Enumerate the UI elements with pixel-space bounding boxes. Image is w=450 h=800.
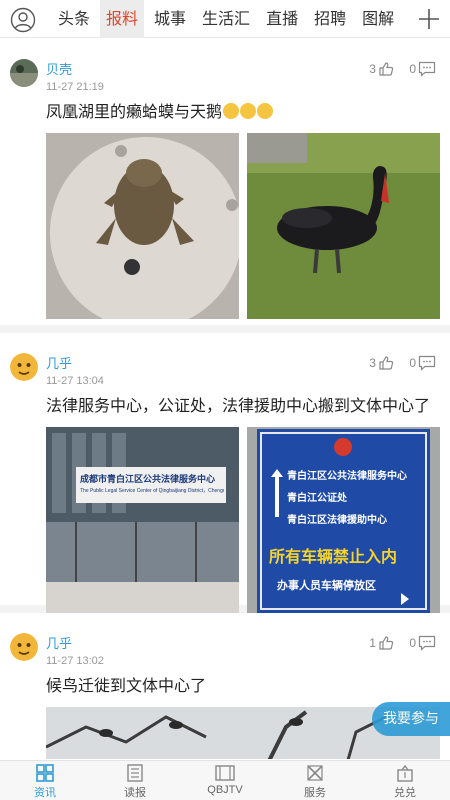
like-count: 3 xyxy=(369,62,376,76)
add-channel-icon[interactable] xyxy=(416,6,442,32)
legal-center-building-photo[interactable]: 成都市青白江区公共法律服务中心 The Public Legal Service… xyxy=(46,427,239,613)
toad-photo[interactable] xyxy=(46,133,239,319)
comment-button[interactable]: 0 xyxy=(409,635,436,651)
post-stats: 3 0 xyxy=(357,355,436,371)
bottom-nav-label: 读报 xyxy=(124,787,146,799)
sign-parking: 办事人员车辆停放区 xyxy=(277,579,376,592)
tab-headlines[interactable]: 头条 xyxy=(52,0,96,38)
author-name[interactable]: 贝壳 xyxy=(46,59,72,78)
thumbs-up-icon xyxy=(379,356,394,370)
building-sign-english: The Public Legal Service Center of Qingb… xyxy=(80,488,224,494)
join-button[interactable]: 我要参与 xyxy=(372,702,450,736)
laugh-emoji-icon xyxy=(223,103,240,119)
feed-post[interactable]: 贝壳 11-27 21:19 3 0 凤凰湖里的癞蛤蟆与天鹅 xyxy=(0,39,450,333)
like-button[interactable]: 3 xyxy=(369,61,394,77)
like-button[interactable]: 1 xyxy=(369,635,394,651)
bottom-nav-newspaper[interactable]: 读报 xyxy=(90,761,180,800)
comment-button[interactable]: 0 xyxy=(409,355,436,371)
user-profile-icon[interactable] xyxy=(10,7,36,33)
comment-count: 0 xyxy=(409,356,416,370)
feed-post[interactable]: 几乎 11-27 13:02 1 0 候鸟迁徙到文体中心了 xyxy=(0,613,450,759)
post-stats: 3 0 xyxy=(357,61,436,77)
sign-line-2: 青白江公证处 xyxy=(287,493,347,504)
author-name[interactable]: 几乎 xyxy=(46,633,72,652)
post-time: 11-27 21:19 xyxy=(46,81,104,93)
sign-line-3: 青白江区法律援助中心 xyxy=(287,515,387,526)
tv-icon xyxy=(215,765,235,781)
post-image-grid: 成都市青白江区公共法律服务中心 The Public Legal Service… xyxy=(46,427,440,617)
bottom-nav-service[interactable]: 服务 xyxy=(270,761,360,800)
comment-count: 0 xyxy=(409,636,416,650)
thumbs-up-icon xyxy=(379,62,394,76)
avatar[interactable] xyxy=(10,353,38,381)
tab-jobs[interactable]: 招聘 xyxy=(308,0,352,38)
tab-city[interactable]: 城事 xyxy=(148,0,192,38)
like-button[interactable]: 3 xyxy=(369,355,394,371)
bottom-nav-bar: 资讯 读报 QBJTV 服务 兑兑 xyxy=(0,760,450,800)
bottom-nav-tv[interactable]: QBJTV xyxy=(180,761,270,800)
like-count: 3 xyxy=(369,356,376,370)
tab-reports[interactable]: 报料 xyxy=(100,0,145,38)
comment-count: 0 xyxy=(409,62,416,76)
post-time: 11-27 13:04 xyxy=(46,375,104,387)
author-name[interactable]: 几乎 xyxy=(46,353,72,372)
bottom-nav-label: QBJTV xyxy=(207,784,243,796)
top-nav-bar: 头条 报料 城事 生活汇 直播 招聘 图解 xyxy=(0,0,450,38)
avatar[interactable] xyxy=(10,59,38,87)
bottom-nav-label: 服务 xyxy=(304,787,326,799)
legal-center-sign-photo[interactable]: 青白江区公共法律服务中心 青白江公证处 青白江区法律援助中心 所有车辆禁止入内 … xyxy=(247,427,440,613)
sign-warning: 所有车辆禁止入内 xyxy=(269,547,398,566)
grid-icon xyxy=(36,764,54,782)
newspaper-icon xyxy=(127,764,143,782)
service-icon xyxy=(307,765,323,781)
sign-line-1: 青白江区公共法律服务中心 xyxy=(287,471,407,482)
laugh-emoji-icon xyxy=(257,103,274,119)
like-count: 1 xyxy=(369,636,376,650)
comment-icon xyxy=(418,635,436,651)
comment-button[interactable]: 0 xyxy=(409,61,436,77)
tab-live[interactable]: 直播 xyxy=(260,0,304,38)
channel-tabs: 头条 报料 城事 生活汇 直播 招聘 图解 xyxy=(52,0,410,38)
black-swan-photo[interactable] xyxy=(247,133,440,319)
bottom-nav-label: 资讯 xyxy=(34,787,56,799)
gift-icon xyxy=(397,764,413,782)
post-image-grid xyxy=(46,133,440,323)
building-sign-text: 成都市青白江区公共法律服务中心 xyxy=(80,475,216,485)
comment-icon xyxy=(418,355,436,371)
feed-post[interactable]: 几乎 11-27 13:04 3 0 法律服务中心，公证处，法律援助中心搬到文体… xyxy=(0,333,450,613)
tab-life[interactable]: 生活汇 xyxy=(196,0,256,38)
post-time: 11-27 13:02 xyxy=(46,655,104,667)
report-feed: 贝壳 11-27 21:19 3 0 凤凰湖里的癞蛤蟆与天鹅 几乎 11-27 … xyxy=(0,39,450,759)
avatar[interactable] xyxy=(10,633,38,661)
tab-graphics[interactable]: 图解 xyxy=(356,0,400,38)
thumbs-up-icon xyxy=(379,636,394,650)
bottom-nav-label: 兑兑 xyxy=(394,787,416,799)
post-stats: 1 0 xyxy=(357,635,436,651)
bottom-nav-news[interactable]: 资讯 xyxy=(0,761,90,800)
bottom-nav-redeem[interactable]: 兑兑 xyxy=(360,761,450,800)
laugh-emoji-icon xyxy=(240,103,257,119)
comment-icon xyxy=(418,61,436,77)
